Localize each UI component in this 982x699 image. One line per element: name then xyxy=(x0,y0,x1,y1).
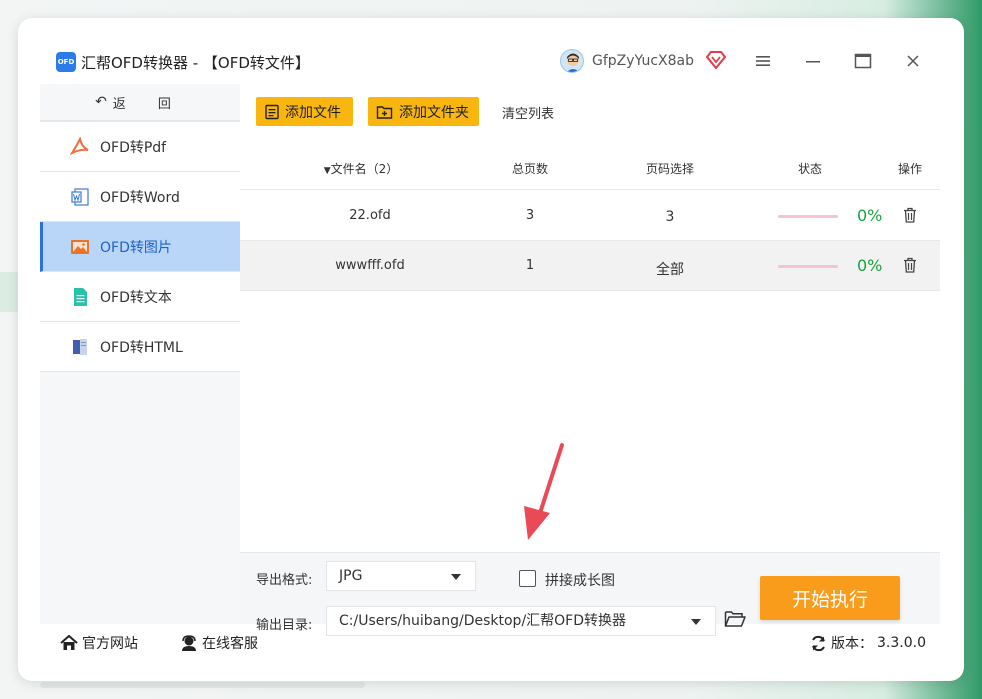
sidebar-item-label: OFD转文本 xyxy=(100,289,172,306)
add-file-icon xyxy=(265,104,279,119)
image-icon xyxy=(71,239,89,254)
app-title: 汇帮OFD转换器 - 【OFD转文件】 xyxy=(81,54,310,72)
file-name: wwwfff.ofd xyxy=(335,258,405,273)
page-count: 3 xyxy=(525,208,535,223)
menu-icon[interactable] xyxy=(753,51,773,71)
column-header-filename[interactable]: ▼文件名（2） xyxy=(306,160,416,177)
column-header-pages: 总页数 xyxy=(511,162,548,176)
refresh-icon xyxy=(812,635,825,651)
vip-diamond-icon[interactable] xyxy=(706,51,726,69)
footer: 官方网站 在线客服 版本： 3.3.0.0 xyxy=(40,624,940,660)
column-header-status: 状态 xyxy=(797,162,822,176)
official-website-link[interactable]: 官方网站 xyxy=(60,633,138,653)
page-count: 1 xyxy=(525,258,535,273)
export-settings-panel: 导出格式: JPG 拼接成长图 输出目录: C:/Users/huibang/D… xyxy=(240,552,940,636)
add-file-label: 添加文件 xyxy=(285,104,341,121)
table-row[interactable]: 22.ofd 3 3 0% xyxy=(240,191,940,241)
online-support-label: 在线客服 xyxy=(202,636,258,652)
progress-percent: 0% xyxy=(857,256,883,275)
progress-bar xyxy=(778,215,838,218)
chevron-down-icon xyxy=(451,574,461,580)
home-icon xyxy=(60,635,78,650)
back-label: 返 回 xyxy=(112,96,185,112)
sidebar-item-label: OFD转HTML xyxy=(100,339,183,356)
sidebar-item-text[interactable]: OFD转文本 xyxy=(40,272,240,322)
table-row[interactable]: wwwfff.ofd 1 全部 0% xyxy=(240,241,940,291)
merge-long-image-label[interactable]: 拼接成长图 xyxy=(545,570,615,590)
word-icon xyxy=(71,187,89,206)
sidebar-item-label: OFD转Word xyxy=(100,189,180,206)
clear-list-button[interactable]: 清空列表 xyxy=(502,103,554,122)
delete-icon[interactable] xyxy=(903,257,917,273)
sidebar-item-word[interactable]: OFD转Word xyxy=(40,172,240,222)
page-select-value[interactable]: 全部 xyxy=(630,259,710,279)
filename-header-label: 文件名（2） xyxy=(330,162,399,176)
online-support-link[interactable]: 在线客服 xyxy=(180,633,258,653)
background-strip xyxy=(40,682,365,688)
close-icon[interactable] xyxy=(903,51,923,71)
export-format-label: 导出格式: xyxy=(256,573,313,588)
sidebar-item-label: OFD转图片 xyxy=(100,239,172,256)
file-name: 22.ofd xyxy=(349,208,391,223)
column-header-page-select: 页码选择 xyxy=(645,162,694,176)
progress-percent: 0% xyxy=(857,206,883,225)
maximize-icon[interactable] xyxy=(853,51,873,71)
user-avatar[interactable] xyxy=(560,49,584,73)
title-bar: OFD 汇帮OFD转换器 - 【OFD转文件】 GfpZyYucX8ab xyxy=(18,18,964,84)
merge-long-image-checkbox[interactable] xyxy=(519,570,536,587)
back-button[interactable]: ↶ 返 回 xyxy=(40,84,240,122)
sidebar-item-label: OFD转Pdf xyxy=(100,139,167,156)
toolbar: 添加文件 添加文件夹 清空列表 xyxy=(240,84,940,142)
add-folder-button[interactable]: 添加文件夹 xyxy=(368,97,479,126)
html-icon xyxy=(73,338,87,355)
support-agent-icon xyxy=(182,635,196,651)
sidebar-item-pdf[interactable]: OFD转Pdf xyxy=(40,122,240,172)
page-select-value[interactable]: 3 xyxy=(630,209,710,225)
app-logo-icon: OFD xyxy=(56,52,76,72)
start-button[interactable]: 开始执行 xyxy=(760,576,900,620)
export-format-value: JPG xyxy=(339,568,363,584)
column-header-action: 操作 xyxy=(897,162,922,176)
sidebar-item-html[interactable]: OFD转HTML xyxy=(40,322,240,372)
add-file-button[interactable]: 添加文件 xyxy=(256,97,353,126)
main-panel: 添加文件 添加文件夹 清空列表 ▼文件名（2） 总页数 页码选择 状态 操作 2… xyxy=(240,84,940,636)
add-folder-icon xyxy=(376,105,393,119)
sort-down-icon: ▼ xyxy=(323,166,331,176)
sidebar-item-image[interactable]: OFD转图片 xyxy=(40,222,240,272)
delete-icon[interactable] xyxy=(903,207,917,223)
text-icon xyxy=(74,287,87,306)
add-folder-label: 添加文件夹 xyxy=(399,104,469,121)
sidebar: ↶ 返 回 OFD转Pdf OFD转Word OFD转图片 OFD转文本 OFD… xyxy=(40,84,240,624)
export-format-select[interactable]: JPG xyxy=(326,561,476,591)
version-info: 版本： 3.3.0.0 xyxy=(810,633,926,653)
back-arrow-icon: ↶ xyxy=(95,94,107,110)
app-window: OFD 汇帮OFD转换器 - 【OFD转文件】 GfpZyYucX8ab ↶ 返… xyxy=(18,18,964,681)
version-value: 3.3.0.0 xyxy=(877,635,926,651)
progress-bar xyxy=(778,265,838,268)
version-label: 版本： xyxy=(831,636,873,652)
pdf-icon xyxy=(70,136,89,155)
table-header: ▼文件名（2） 总页数 页码选择 状态 操作 xyxy=(240,142,940,190)
official-website-label: 官方网站 xyxy=(82,636,138,652)
username[interactable]: GfpZyYucX8ab xyxy=(592,53,694,69)
minimize-icon[interactable] xyxy=(803,51,823,71)
